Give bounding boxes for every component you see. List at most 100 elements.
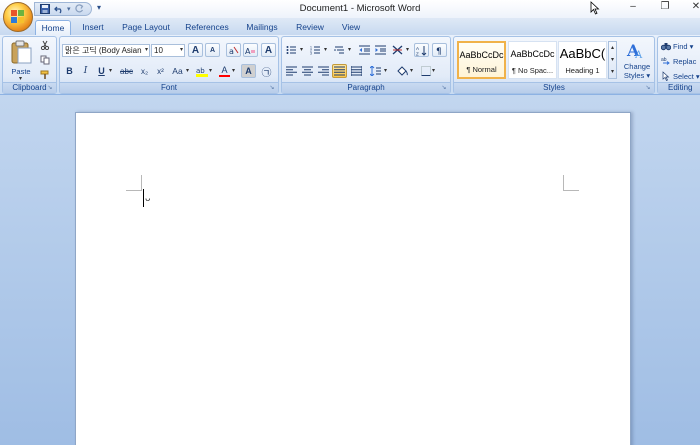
bullets-button[interactable]	[284, 43, 299, 57]
font-color-button[interactable]: A	[217, 64, 232, 78]
borders-button[interactable]	[418, 64, 433, 78]
highlight-dropdown-icon[interactable]: ▾	[209, 67, 212, 74]
decrease-indent-button[interactable]	[357, 43, 372, 57]
increase-indent-button[interactable]	[373, 43, 388, 57]
format-painter-icon[interactable]	[37, 68, 52, 82]
styles-launcher-icon[interactable]: ↘	[644, 84, 652, 92]
paste-icon	[11, 40, 32, 64]
document-page[interactable]: ᴗ	[75, 112, 631, 445]
highlighter-icon: ab	[195, 67, 208, 77]
show-hide-marks-button[interactable]: ¶	[432, 43, 447, 57]
font-size-dropdown-icon: ▾	[179, 47, 183, 53]
distributed-button[interactable]	[349, 64, 364, 78]
style-no-spacing[interactable]: AaBbCcDc ¶ No Spac...	[508, 41, 557, 79]
align-left-button[interactable]	[284, 64, 299, 78]
font-name-combo[interactable]: 맑은 고딕 (Body Asian ▾	[62, 44, 150, 57]
line-spacing-dropdown-icon[interactable]: ▾	[384, 67, 387, 74]
increase-indent-icon	[375, 45, 386, 55]
underline-button[interactable]: U	[94, 64, 109, 78]
bold-button[interactable]: B	[62, 64, 77, 78]
change-styles-label-line1: Change	[623, 62, 651, 71]
clipboard-launcher-icon[interactable]: ↘	[46, 84, 54, 92]
highlight-button[interactable]: ab	[194, 64, 209, 78]
find-button[interactable]: Find ▾	[661, 40, 693, 52]
text-caret	[143, 189, 144, 207]
grow-font-button[interactable]: A	[188, 43, 203, 57]
close-button[interactable]: ✕	[681, 1, 700, 15]
subscript-button[interactable]: x₂	[137, 64, 152, 78]
enclose-characters-button[interactable]: ㉠	[259, 64, 274, 79]
shrink-font-button[interactable]: A	[205, 43, 220, 57]
change-case-dropdown-icon[interactable]: ▾	[186, 67, 189, 74]
superscript-button[interactable]: x²	[153, 64, 168, 78]
tab-home[interactable]: Home	[35, 20, 71, 35]
character-shading-button[interactable]: A	[241, 64, 256, 78]
title-bar: ▾ ▾ Document1 - Microsoft Word – ❐ ✕	[0, 0, 700, 18]
asian-layout-button[interactable]	[390, 43, 405, 57]
bullets-dropdown-icon[interactable]: ▾	[300, 46, 303, 53]
font-launcher-icon[interactable]: ↘	[268, 84, 276, 92]
font-name-value: 맑은 고딕 (Body Asian	[65, 46, 142, 55]
multilevel-dropdown-icon[interactable]: ▾	[348, 46, 351, 53]
tab-insert[interactable]: Insert	[76, 20, 110, 35]
document-area: ᴗ	[0, 95, 700, 445]
select-button[interactable]: Select ▾	[661, 70, 700, 82]
maximize-button[interactable]: ❐	[650, 1, 680, 15]
italic-button[interactable]: I	[78, 64, 93, 78]
borders-dropdown-icon[interactable]: ▾	[432, 67, 435, 74]
numbering-button[interactable]: 123	[308, 43, 323, 57]
tab-page-layout[interactable]: Page Layout	[116, 20, 176, 35]
gallery-more-icon[interactable]: ▾	[609, 66, 616, 78]
character-border-icon: A	[264, 44, 273, 56]
svg-text:A: A	[245, 47, 251, 55]
svg-text:3: 3	[310, 52, 312, 56]
phonetic-guide-button[interactable]: a	[226, 43, 241, 57]
find-label: Find ▾	[673, 41, 694, 51]
underline-dropdown-icon[interactable]: ▾	[109, 67, 112, 74]
styles-gallery-scroll[interactable]: ▴ ▾ ▾	[608, 41, 617, 79]
asian-layout-dropdown-icon[interactable]: ▾	[406, 46, 409, 53]
style-normal[interactable]: AaBbCcDc ¶ Normal	[457, 41, 506, 79]
copy-icon[interactable]	[37, 53, 52, 67]
pilcrow-icon: ¶	[436, 47, 442, 56]
paint-bucket-icon	[396, 65, 408, 76]
styles-group-label: Styles	[454, 82, 654, 93]
style-normal-name: ¶ Normal	[466, 65, 497, 74]
style-heading-1[interactable]: AaBbC( Heading 1	[558, 41, 607, 79]
sort-button[interactable]: AZ	[414, 43, 429, 57]
paste-button[interactable]: Paste ▾	[7, 39, 35, 82]
shading-button[interactable]	[394, 64, 409, 78]
character-border-button[interactable]: A	[261, 43, 276, 57]
tab-references[interactable]: References	[182, 20, 232, 35]
line-spacing-button[interactable]	[368, 64, 383, 78]
gallery-down-icon[interactable]: ▾	[609, 54, 616, 66]
paragraph-launcher-icon[interactable]: ↘	[440, 84, 448, 92]
tab-review[interactable]: Review	[292, 20, 328, 35]
minimize-button[interactable]: –	[618, 1, 648, 15]
svg-text:A: A	[416, 46, 419, 51]
strikethrough-button[interactable]: abc	[118, 64, 135, 78]
asian-layout-icon	[392, 45, 403, 55]
align-right-button[interactable]	[316, 64, 331, 78]
cut-icon[interactable]	[37, 38, 52, 52]
replace-button[interactable]: ab Replac	[661, 55, 696, 67]
justify-button[interactable]	[332, 64, 347, 78]
office-button[interactable]	[3, 2, 33, 32]
multilevel-list-icon	[334, 46, 344, 54]
justify-icon	[334, 66, 345, 76]
gallery-up-icon[interactable]: ▴	[609, 42, 616, 54]
multilevel-list-button[interactable]	[332, 43, 347, 57]
tab-view[interactable]: View	[336, 20, 366, 35]
svg-text:¶: ¶	[436, 47, 442, 56]
align-center-button[interactable]	[300, 64, 315, 78]
change-case-button[interactable]: Aa	[169, 64, 186, 78]
tab-mailings[interactable]: Mailings	[240, 20, 284, 35]
numbering-dropdown-icon[interactable]: ▾	[324, 46, 327, 53]
change-styles-button[interactable]: A A Change Styles ▾	[620, 39, 654, 83]
shading-dropdown-icon[interactable]: ▾	[410, 67, 413, 74]
svg-text:ab: ab	[661, 57, 667, 63]
font-color-dropdown-icon[interactable]: ▾	[232, 67, 235, 74]
align-center-icon	[302, 66, 313, 76]
font-size-combo[interactable]: 10 ▾	[151, 44, 185, 57]
clear-formatting-button[interactable]: A	[243, 43, 258, 57]
